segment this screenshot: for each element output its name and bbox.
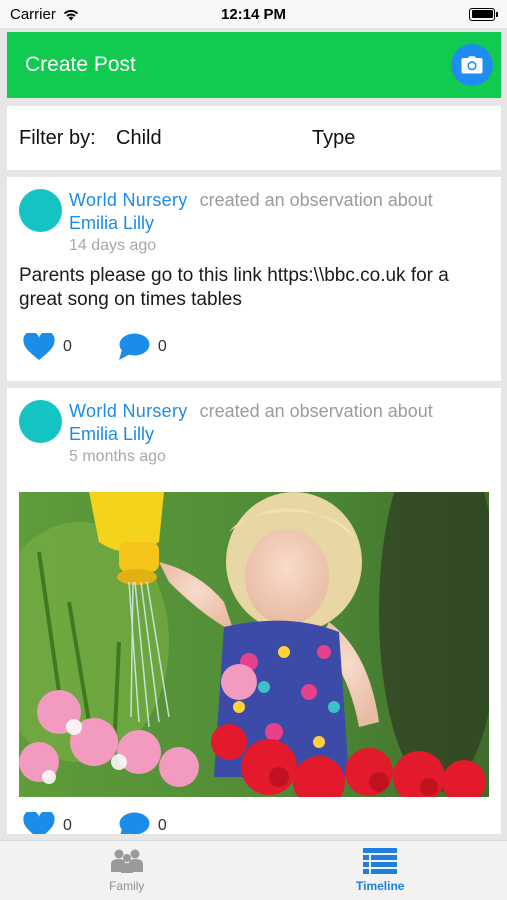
wifi-icon (63, 9, 78, 20)
filter-type-dropdown[interactable]: Type (312, 127, 355, 150)
tab-bar: Family Timeline (0, 840, 507, 900)
post-reactions: 0 0 (23, 333, 213, 361)
create-post-header: Create Post (7, 32, 501, 98)
like-button[interactable]: 0 (23, 333, 72, 361)
post-action: created an observation about (199, 401, 433, 421)
heart-icon (23, 812, 55, 834)
tab-timeline[interactable]: Timeline (254, 841, 507, 900)
tab-family-label: Family (109, 879, 145, 893)
status-left: Carrier (10, 6, 80, 23)
tab-timeline-label: Timeline (356, 879, 405, 893)
post-header: World Nursery created an observation abou… (69, 400, 485, 446)
filter-child-dropdown[interactable]: Child (116, 127, 312, 150)
camera-icon (461, 56, 483, 74)
comment-button[interactable]: 0 (118, 812, 167, 834)
comment-icon (119, 812, 150, 834)
post-author[interactable]: World Nursery (69, 401, 188, 421)
comment-count: 0 (157, 338, 167, 355)
status-time: 12:14 PM (220, 5, 287, 23)
comment-icon (118, 333, 150, 360)
comment-count: 0 (157, 817, 167, 834)
post-action: created an observation about (199, 190, 433, 210)
post-child-name[interactable]: Emilia Lilly (69, 423, 485, 446)
tab-family[interactable]: Family (0, 841, 254, 900)
like-button[interactable]: 0 (23, 812, 72, 834)
comment-button[interactable]: 0 (118, 333, 167, 361)
battery-icon (469, 7, 498, 21)
post-reactions: 0 0 (23, 812, 213, 834)
family-icon (110, 849, 143, 873)
filter-bar: Filter by: Child Type (7, 106, 501, 170)
avatar[interactable] (19, 400, 62, 443)
post-time-ago: 5 months ago (69, 448, 166, 465)
post-time-ago: 14 days ago (69, 237, 157, 254)
post-card: World Nursery created an observation abou… (7, 388, 501, 834)
like-count: 0 (63, 817, 72, 834)
girl-watering-flowers-image (19, 492, 489, 797)
create-post-title[interactable]: Create Post (25, 53, 136, 77)
post-author[interactable]: World Nursery (69, 190, 188, 210)
avatar[interactable] (19, 189, 62, 232)
status-bar: Carrier 12:14 PM (0, 0, 507, 28)
filter-label: Filter by: (19, 126, 96, 149)
post-photo[interactable] (19, 492, 489, 797)
post-child-name[interactable]: Emilia Lilly (69, 212, 485, 235)
heart-icon (23, 333, 55, 360)
timeline-icon (363, 848, 398, 874)
carrier-label: Carrier (10, 5, 56, 23)
post-header: World Nursery created an observation abou… (69, 189, 485, 235)
like-count: 0 (63, 338, 72, 355)
post-card: World Nursery created an observation abou… (7, 177, 501, 381)
camera-button[interactable] (451, 44, 493, 86)
post-text: Parents please go to this link https:\\b… (19, 265, 449, 310)
